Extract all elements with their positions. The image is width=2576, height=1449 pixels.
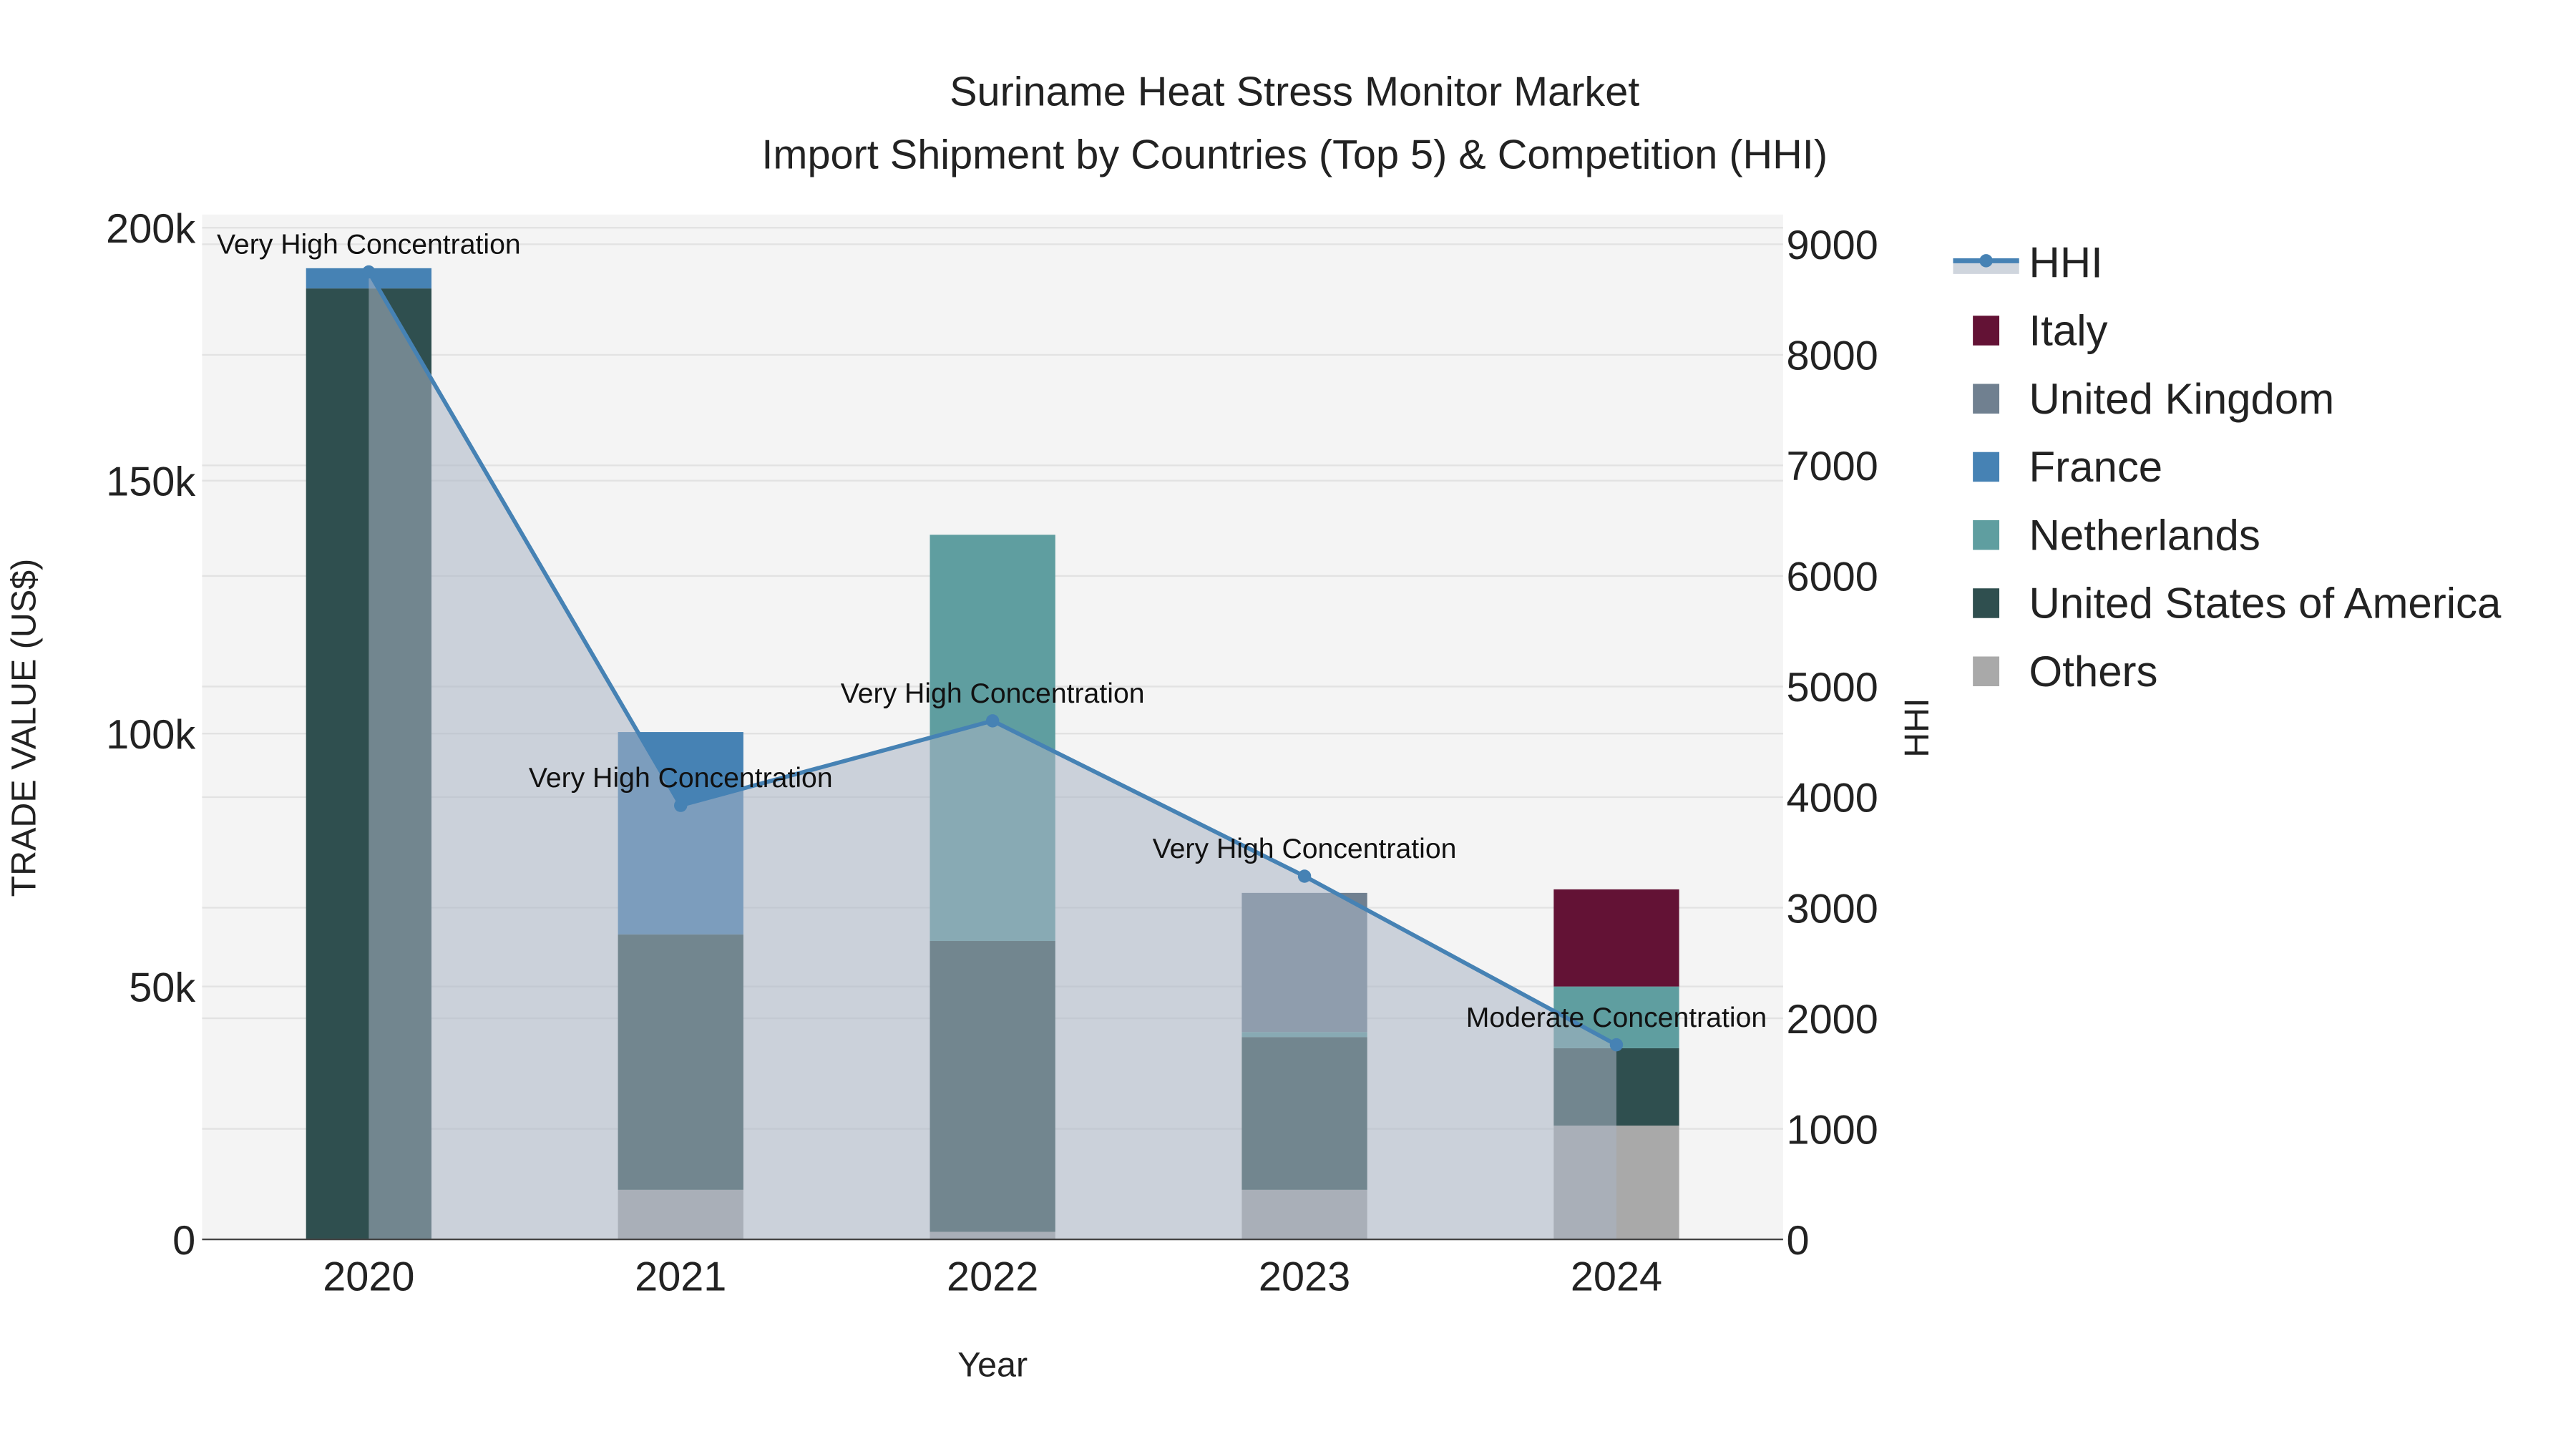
hhi-annotation: Moderate Concentration: [1466, 1002, 1767, 1033]
legend-swatch: [1973, 316, 2000, 346]
hhi-annotation: Very High Concentration: [217, 230, 521, 260]
y-tick-label: 150k: [106, 459, 195, 504]
y2-tick-label: 1000: [1787, 1107, 1878, 1153]
x-tick-label: 2021: [635, 1254, 726, 1300]
y2-tick-label: 3000: [1787, 886, 1878, 932]
hhi-point: [1297, 869, 1312, 883]
y-tick-label: 100k: [106, 712, 195, 758]
y2-tick-label: 5000: [1787, 665, 1878, 711]
y-tick-label: 200k: [106, 206, 195, 252]
x-tick-label: 2022: [947, 1254, 1038, 1300]
y2-tick-label: 6000: [1787, 555, 1878, 600]
hhi-point: [674, 799, 688, 812]
chart-title: Suriname Heat Stress Monitor Market: [950, 69, 1639, 115]
x-tick-label: 2024: [1571, 1254, 1662, 1300]
bar-italy: [1553, 889, 1679, 987]
hhi-annotation: Very High Concentration: [529, 763, 833, 794]
y-tick-label: 0: [172, 1218, 195, 1264]
y2-tick-label: 7000: [1787, 444, 1878, 489]
x-axis-label: Year: [957, 1346, 1028, 1385]
y2-axis-label: HHI: [1898, 698, 1936, 757]
x-tick-label: 2023: [1259, 1254, 1350, 1300]
y2-tick-label: 4000: [1787, 776, 1878, 821]
y-tick-label: 50k: [129, 965, 195, 1010]
legend-label: United Kingdom: [2029, 375, 2335, 423]
hhi-point: [1609, 1038, 1624, 1052]
y-axis-label: TRADE VALUE (US$): [4, 559, 43, 897]
legend-swatch: [1973, 384, 2000, 414]
legend-swatch: [1973, 588, 2000, 618]
chart: Suriname Heat Stress Monitor Market Impo…: [4, 69, 2502, 1385]
legend-swatch: [1973, 519, 2000, 550]
legend-swatch: [1973, 656, 2000, 686]
y2-tick-label: 0: [1787, 1218, 1810, 1264]
y2-tick-label: 8000: [1787, 333, 1878, 379]
legend-label: Others: [2029, 648, 2158, 696]
y2-tick-label: 2000: [1787, 997, 1878, 1043]
legend-label: HHI: [2029, 238, 2103, 286]
hhi-point: [362, 265, 376, 279]
y2-tick-label: 9000: [1787, 223, 1878, 268]
legend-label: Italy: [2029, 307, 2108, 355]
hhi-annotation: Very High Concentration: [1153, 834, 1457, 864]
legend-label: France: [2029, 443, 2163, 491]
legend-hhi-marker-icon: [1979, 254, 1993, 268]
legend-swatch: [1973, 452, 2000, 482]
hhi-annotation: Very High Concentration: [841, 678, 1145, 709]
legend-label: United States of America: [2029, 580, 2502, 628]
hhi-point: [985, 714, 1000, 728]
legend-label: Netherlands: [2029, 511, 2260, 559]
x-tick-label: 2020: [323, 1254, 414, 1300]
chart-subtitle: Import Shipment by Countries (Top 5) & C…: [761, 132, 1828, 177]
